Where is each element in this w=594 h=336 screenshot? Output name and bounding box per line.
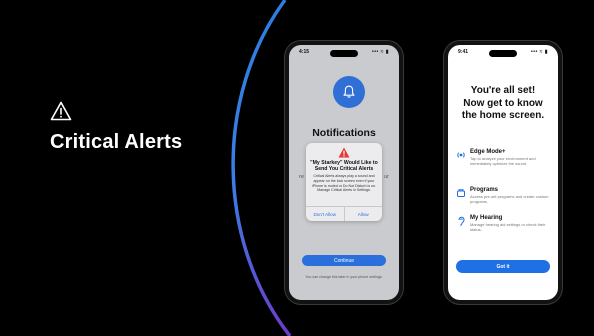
slide: Critical Alerts 4:15 ••• ≈ ▮ Notificatio… [0, 0, 594, 336]
hero-line: Now get to know [463, 97, 543, 109]
hero-line: You're all set! [470, 85, 536, 96]
feature-programs: Programs Access pre-set programs and cre… [456, 187, 552, 204]
feature-name: Programs [470, 187, 499, 193]
obscured-text-right: ur [384, 174, 389, 180]
obscured-text-left: re [299, 174, 304, 180]
alert-actions: Don't Allow Allow [306, 206, 382, 221]
section-heading: Critical Alerts [50, 101, 182, 154]
phone-notifications: 4:15 ••• ≈ ▮ Notifications re ur "My Sta… [285, 41, 403, 304]
allow-button[interactable]: Allow [345, 207, 383, 221]
bell-icon [343, 85, 355, 98]
feature-my-hearing: My Hearing Manage hearing aid settings o… [456, 215, 552, 232]
page-title: Critical Alerts [50, 131, 183, 153]
bell-badge [333, 76, 365, 108]
edge-mode-icon [457, 152, 465, 158]
feature-name: Edge Mode+ [470, 149, 506, 155]
feature-desc: Access pre-set programs and create custo… [470, 194, 549, 204]
dynamic-island [489, 50, 517, 57]
warning-triangle-icon [50, 101, 72, 121]
dynamic-island [330, 50, 358, 57]
feature-desc: Tap to analyze your environment and imme… [470, 156, 536, 166]
phone-screen: 4:15 ••• ≈ ▮ Notifications re ur "My Sta… [289, 45, 399, 300]
status-time: 4:15 [299, 49, 310, 55]
got-it-button[interactable]: Got it [456, 260, 550, 273]
hero-line: the home screen. [461, 110, 545, 121]
status-icons: ••• ≈ ▮ [371, 49, 389, 55]
phone-home-intro: 9:41 ••• ≈ ▮ You're all set! Now get to … [444, 41, 562, 304]
hearing-icon [458, 216, 465, 226]
hero-heading: You're all set! Now get to know the home… [448, 85, 558, 123]
status-time: 9:41 [458, 49, 469, 55]
programs-icon [457, 189, 465, 197]
alert-title: "My Starkey" Would Like to Send You Crit… [310, 160, 378, 173]
alert-body: Critical Alerts always play a sound and … [311, 174, 377, 193]
settings-footnote: You can change this later in your phone … [305, 275, 383, 279]
critical-alert-dialog: "My Starkey" Would Like to Send You Crit… [306, 143, 382, 221]
notifications-heading: Notifications [312, 127, 376, 139]
status-icons: ••• ≈ ▮ [530, 49, 548, 55]
feature-name: My Hearing [470, 215, 503, 221]
dont-allow-button[interactable]: Don't Allow [306, 207, 345, 221]
feature-edge-mode: Edge Mode+ Tap to analyze your environme… [456, 149, 552, 166]
continue-button[interactable]: Continue [302, 255, 386, 266]
phone-screen: 9:41 ••• ≈ ▮ You're all set! Now get to … [448, 45, 558, 300]
feature-desc: Manage hearing aid settings or check the… [470, 222, 546, 232]
alert-warning-icon [338, 147, 350, 158]
